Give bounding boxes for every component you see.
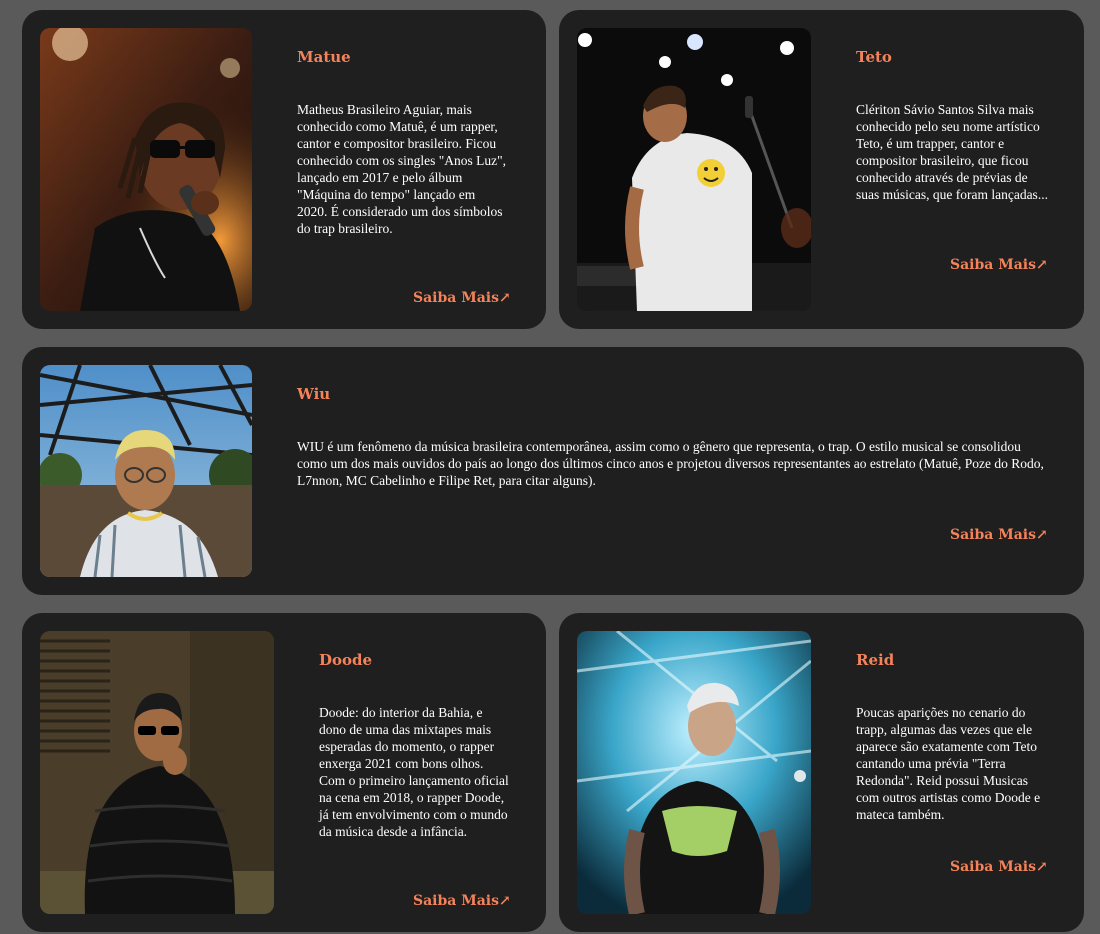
artist-description: Doode: do interior da Bahia, e dono de u… [319, 705, 509, 839]
artist-card-wiu: Wiu WIU é um fenômeno da música brasilei… [22, 347, 1084, 595]
artist-name: Reid [856, 651, 895, 669]
saiba-mais-link-wiu[interactable]: Saiba Mais↗ [950, 527, 1048, 543]
artist-name: Doode [319, 651, 373, 669]
artist-content: Matue Matheus Brasileiro Aguiar, mais co… [297, 48, 511, 318]
artist-photo-teto [577, 28, 811, 311]
artist-photo-doode [40, 631, 274, 914]
artist-description: WIU é um fenômeno da música brasileira c… [297, 439, 1044, 488]
artist-card-doode: Doode Doode: do interior da Bahia, e don… [22, 613, 546, 932]
artist-photo-wiu [40, 365, 252, 577]
artist-photo-matue [40, 28, 252, 311]
artist-description: Poucas aparições no cenario do trapp, al… [856, 705, 1041, 822]
artist-card-matue: Matue Matheus Brasileiro Aguiar, mais co… [22, 10, 546, 329]
artist-description: Clériton Sávio Santos Silva mais conheci… [856, 102, 1048, 202]
artist-card-reid: Reid Poucas aparições no cenario do trap… [559, 613, 1084, 932]
artist-content: Wiu WIU é um fenômeno da música brasilei… [297, 385, 1057, 585]
saiba-mais-link-teto[interactable]: Saiba Mais↗ [950, 257, 1048, 273]
artist-grid: Matue Matheus Brasileiro Aguiar, mais co… [0, 0, 1100, 934]
saiba-mais-link-matue[interactable]: Saiba Mais↗ [413, 290, 511, 306]
artist-content: Doode Doode: do interior da Bahia, e don… [319, 651, 519, 921]
saiba-mais-link-reid[interactable]: Saiba Mais↗ [950, 859, 1048, 875]
artist-content: Teto Clériton Sávio Santos Silva mais co… [856, 48, 1056, 318]
artist-card-teto: Teto Clériton Sávio Santos Silva mais co… [559, 10, 1084, 329]
artist-name: Matue [297, 48, 351, 66]
artist-content: Reid Poucas aparições no cenario do trap… [856, 651, 1056, 921]
artist-description: Matheus Brasileiro Aguiar, mais conhecid… [297, 102, 506, 236]
artist-name: Teto [856, 48, 892, 66]
artist-name: Wiu [297, 385, 331, 403]
artist-photo-reid [577, 631, 811, 914]
saiba-mais-link-doode[interactable]: Saiba Mais↗ [413, 893, 511, 909]
